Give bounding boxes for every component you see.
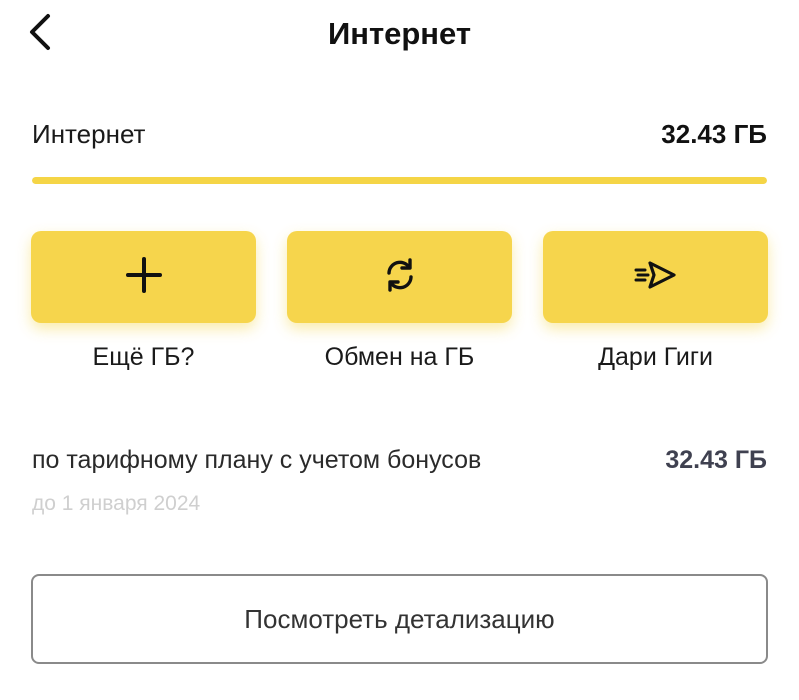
page-title: Интернет (327, 16, 472, 51)
action-more-gb: Ещё ГБ? (31, 231, 256, 372)
action-exchange: Обмен на ГБ (287, 231, 512, 372)
tariff-value: 32.43 ГБ (665, 445, 767, 474)
tariff-row: по тарифному плану с учетом бонусов 32.4… (32, 442, 767, 478)
exchange-icon (380, 255, 420, 300)
view-details-button[interactable]: Посмотреть детализацию (31, 574, 768, 664)
gift-send-icon (632, 255, 680, 300)
gift-gb-button[interactable] (543, 231, 768, 323)
more-gb-label: Ещё ГБ? (92, 343, 195, 371)
action-gift: Дари Гиги (543, 231, 768, 372)
internet-label: Интернет (32, 118, 146, 149)
tariff-expiry: до 1 января 2024 (32, 492, 201, 515)
internet-balance-row: Интернет 32.43 ГБ (32, 115, 767, 153)
plus-icon (124, 255, 164, 300)
actions-row: Ещё ГБ? Обмен на ГБ Дари Гиги (31, 231, 768, 372)
more-gb-button[interactable] (31, 231, 256, 323)
internet-value: 32.43 ГБ (661, 118, 767, 149)
internet-progress-bar (32, 177, 767, 184)
exchange-label: Обмен на ГБ (324, 343, 475, 371)
tariff-label: по тарифному плану с учетом бонусов (32, 445, 482, 474)
exchange-button[interactable] (287, 231, 512, 323)
internet-progress-fill (32, 177, 767, 184)
gift-gb-label: Дари Гиги (598, 343, 713, 371)
